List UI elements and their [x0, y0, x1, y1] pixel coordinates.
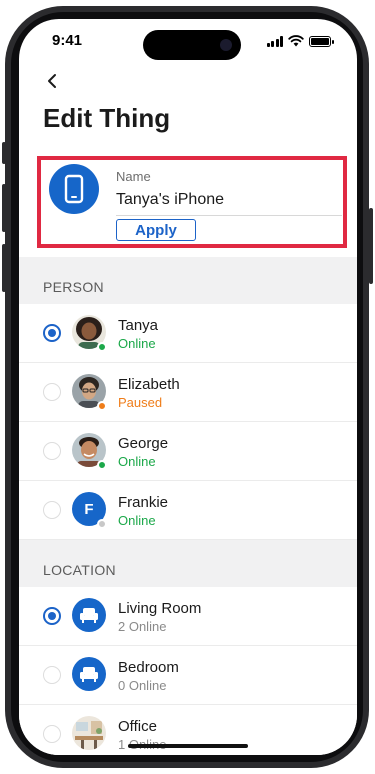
person-name: Frankie [118, 494, 169, 511]
location-name: Office [118, 718, 157, 735]
location-name: Living Room [118, 600, 202, 617]
location-avatar [72, 598, 106, 632]
radio-button[interactable] [43, 501, 61, 519]
page-title: Edit Thing [43, 103, 171, 133]
person-row-george[interactable]: George Online [19, 422, 357, 481]
wifi-icon [288, 35, 304, 47]
person-status: Paused [118, 395, 163, 410]
armchair-icon [80, 667, 98, 682]
armchair-icon [80, 608, 98, 623]
location-status: 0 Online [118, 678, 167, 693]
camera-icon [220, 39, 232, 51]
section-header-person: PERSON [19, 257, 357, 304]
person-status: Online [118, 454, 156, 469]
status-icons [266, 35, 334, 47]
radio-button[interactable] [43, 324, 61, 342]
name-edit-card: Name Tanya's iPhone Apply [37, 156, 347, 248]
radio-button[interactable] [43, 383, 61, 401]
battery-icon [309, 35, 334, 47]
radio-button[interactable] [43, 725, 61, 743]
name-field-underline [116, 215, 342, 216]
person-name: George [118, 435, 169, 452]
online-status-dot [97, 460, 107, 470]
section-title-person: PERSON [43, 279, 104, 295]
back-button[interactable] [41, 69, 65, 93]
paused-status-dot [97, 401, 107, 411]
radio-button[interactable] [43, 442, 61, 460]
person-row-elizabeth[interactable]: Elizabeth Paused [19, 363, 357, 422]
person-row-tanya[interactable]: Tanya Online [19, 304, 357, 363]
power-button [369, 208, 373, 284]
online-status-dot [97, 342, 107, 352]
section-title-location: LOCATION [43, 562, 116, 578]
radio-button[interactable] [43, 666, 61, 684]
offline-status-dot [97, 519, 107, 529]
apply-button[interactable]: Apply [116, 219, 196, 241]
device-avatar [49, 164, 99, 214]
location-photo [72, 716, 106, 750]
status-time: 9:41 [52, 32, 83, 49]
home-indicator [128, 744, 248, 748]
name-field-label: Name [116, 169, 151, 184]
phone-screen: 9:41 Edit Thing Name Tanya's iPhone Appl… [19, 19, 357, 755]
location-avatar [72, 657, 106, 691]
radio-button[interactable] [43, 607, 61, 625]
section-header-location: LOCATION [19, 540, 357, 587]
location-name: Bedroom [118, 659, 179, 676]
dynamic-island [143, 30, 241, 60]
name-field[interactable]: Tanya's iPhone [116, 191, 224, 209]
location-status: 2 Online [118, 619, 167, 634]
avatar-initial-letter: F [84, 500, 94, 518]
location-row-bedroom[interactable]: Bedroom 0 Online [19, 646, 357, 705]
person-name: Tanya [118, 317, 159, 334]
person-status: Online [118, 513, 156, 528]
person-status: Online [118, 336, 156, 351]
chevron-left-icon [48, 74, 56, 88]
cellular-signal-icon [266, 35, 283, 47]
person-name: Elizabeth [118, 376, 180, 393]
phone-icon [64, 174, 84, 204]
status-bar: 9:41 [19, 19, 357, 67]
location-row-living-room[interactable]: Living Room 2 Online [19, 587, 357, 646]
person-row-frankie[interactable]: F Frankie Online [19, 481, 357, 540]
